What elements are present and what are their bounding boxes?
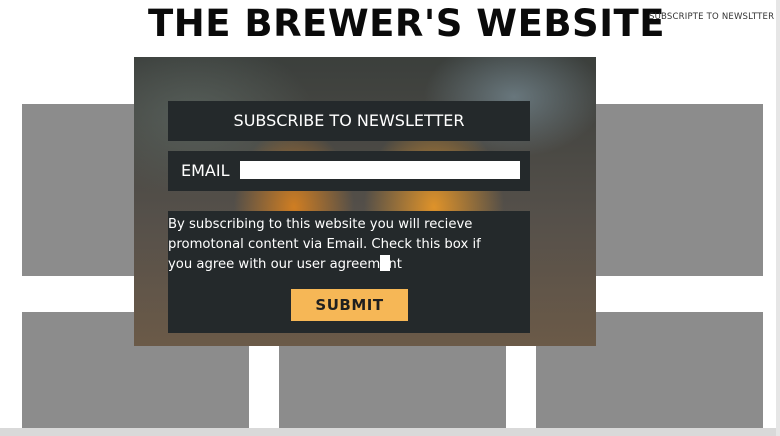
scrollbar-track[interactable] xyxy=(776,0,780,436)
agreement-checkbox[interactable] xyxy=(380,255,390,271)
email-input[interactable] xyxy=(240,161,520,179)
modal-title: SUBSCRIBE TO NEWSLETTER xyxy=(168,101,530,141)
submit-button[interactable]: SUBMIT xyxy=(291,289,408,321)
email-row: EMAIL xyxy=(168,151,530,191)
email-label: EMAIL xyxy=(181,161,230,180)
site-title: THE BREWER'S WEBSITE xyxy=(148,2,665,45)
footer-strip xyxy=(0,428,780,436)
newsletter-modal: SUBSCRIBE TO NEWSLETTER EMAIL By subscri… xyxy=(134,57,596,346)
agreement-text: By subscribing to this website you will … xyxy=(168,217,481,272)
content-tile-top-right xyxy=(596,104,763,276)
content-tile-bottom-middle xyxy=(279,346,506,428)
agreement-panel: By subscribing to this website you will … xyxy=(168,211,530,333)
content-tile-top-left xyxy=(22,104,134,276)
subscribe-newsletter-link[interactable]: SUBSCRIPTE TO NEWSLTTER xyxy=(649,12,774,22)
